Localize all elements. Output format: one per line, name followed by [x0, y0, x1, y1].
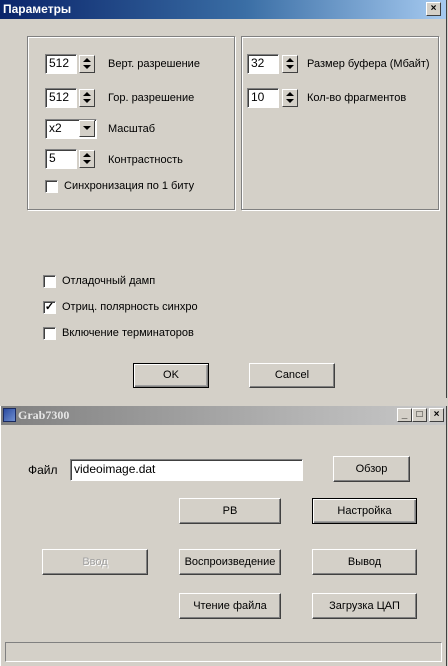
arrow-down-icon: [83, 99, 91, 103]
contrast-spinner[interactable]: [79, 150, 95, 168]
dac-load-button[interactable]: Загрузка ЦАП: [312, 593, 417, 619]
read-file-button[interactable]: Чтение файла: [179, 593, 281, 619]
arrow-down-icon: [286, 65, 294, 69]
terminators-label: Включение терминаторов: [62, 327, 194, 339]
dialog-close-button[interactable]: ×: [426, 2, 441, 16]
file-path-input[interactable]: videoimage.dat: [70, 459, 303, 481]
scale-label: Масштаб: [108, 123, 156, 135]
buffer-size-label: Размер буфера (Мбайт): [307, 58, 430, 70]
buffer-size-spinner[interactable]: [282, 55, 298, 73]
settings-button[interactable]: Настройка: [312, 498, 417, 524]
arrow-down-icon: [83, 160, 91, 164]
scale-dropdown-button[interactable]: [79, 120, 95, 137]
sync-bit-checkbox[interactable]: [45, 180, 58, 193]
app-title: Grab7300: [18, 408, 70, 422]
parameters-dialog: Параметры × 512 Верт. разрешение 512 Гор…: [0, 0, 447, 398]
neg-sync-checkbox[interactable]: ✓: [43, 301, 56, 314]
minimize-icon: _: [401, 409, 408, 420]
hor-res-input[interactable]: 512: [45, 88, 77, 108]
vert-res-label: Верт. разрешение: [108, 58, 200, 70]
browse-button[interactable]: Обзор: [333, 456, 410, 482]
dialog-title: Параметры: [3, 2, 72, 16]
fragments-input[interactable]: 10: [247, 88, 279, 108]
cancel-button[interactable]: Cancel: [249, 363, 335, 388]
ok-button[interactable]: OK: [133, 363, 209, 388]
arrow-up-icon: [83, 153, 91, 157]
chevron-down-icon: [83, 126, 91, 130]
close-icon: ×: [430, 3, 437, 14]
output-button[interactable]: Вывод: [312, 549, 417, 575]
contrast-label: Контрастность: [108, 154, 183, 166]
dialog-titlebar[interactable]: Параметры ×: [0, 0, 446, 19]
terminators-checkbox[interactable]: [43, 327, 56, 340]
checkmark-icon: ✓: [44, 301, 55, 313]
close-icon: ×: [433, 409, 440, 420]
contrast-input[interactable]: 5: [45, 149, 77, 169]
debug-dump-checkbox[interactable]: [43, 275, 56, 288]
vert-res-spinner[interactable]: [79, 55, 95, 73]
hor-res-spinner[interactable]: [79, 89, 95, 107]
hor-res-label: Гор. разрешение: [108, 92, 195, 104]
playback-button[interactable]: Воспроизведение: [179, 549, 281, 575]
grab7300-window: Grab7300 _ □ × Файл videoimage.dat Обзор…: [0, 406, 447, 666]
fragments-spinner[interactable]: [282, 89, 298, 107]
arrow-up-icon: [83, 58, 91, 62]
maximize-icon: □: [416, 409, 423, 420]
app-titlebar[interactable]: Grab7300 _ □ ×: [1, 406, 446, 425]
pb-button[interactable]: PB: [179, 498, 281, 524]
app-icon: [3, 408, 16, 422]
sync-bit-label: Синхронизация по 1 биту: [64, 180, 195, 192]
debug-dump-label: Отладочный дамп: [62, 275, 156, 287]
app-close-button[interactable]: ×: [429, 408, 444, 422]
minimize-button[interactable]: _: [397, 408, 412, 422]
status-bar: [5, 642, 442, 662]
vert-res-input[interactable]: 512: [45, 54, 77, 74]
arrow-down-icon: [83, 65, 91, 69]
maximize-button[interactable]: □: [412, 408, 427, 422]
arrow-up-icon: [286, 58, 294, 62]
fragments-label: Кол-во фрагментов: [307, 92, 407, 104]
file-label: Файл: [28, 463, 58, 477]
input-button[interactable]: Ввод: [42, 549, 148, 575]
arrow-down-icon: [286, 99, 294, 103]
arrow-up-icon: [83, 92, 91, 96]
neg-sync-label: Отриц. полярность синхро: [62, 301, 198, 313]
buffer-size-input[interactable]: 32: [247, 54, 279, 74]
arrow-up-icon: [286, 92, 294, 96]
